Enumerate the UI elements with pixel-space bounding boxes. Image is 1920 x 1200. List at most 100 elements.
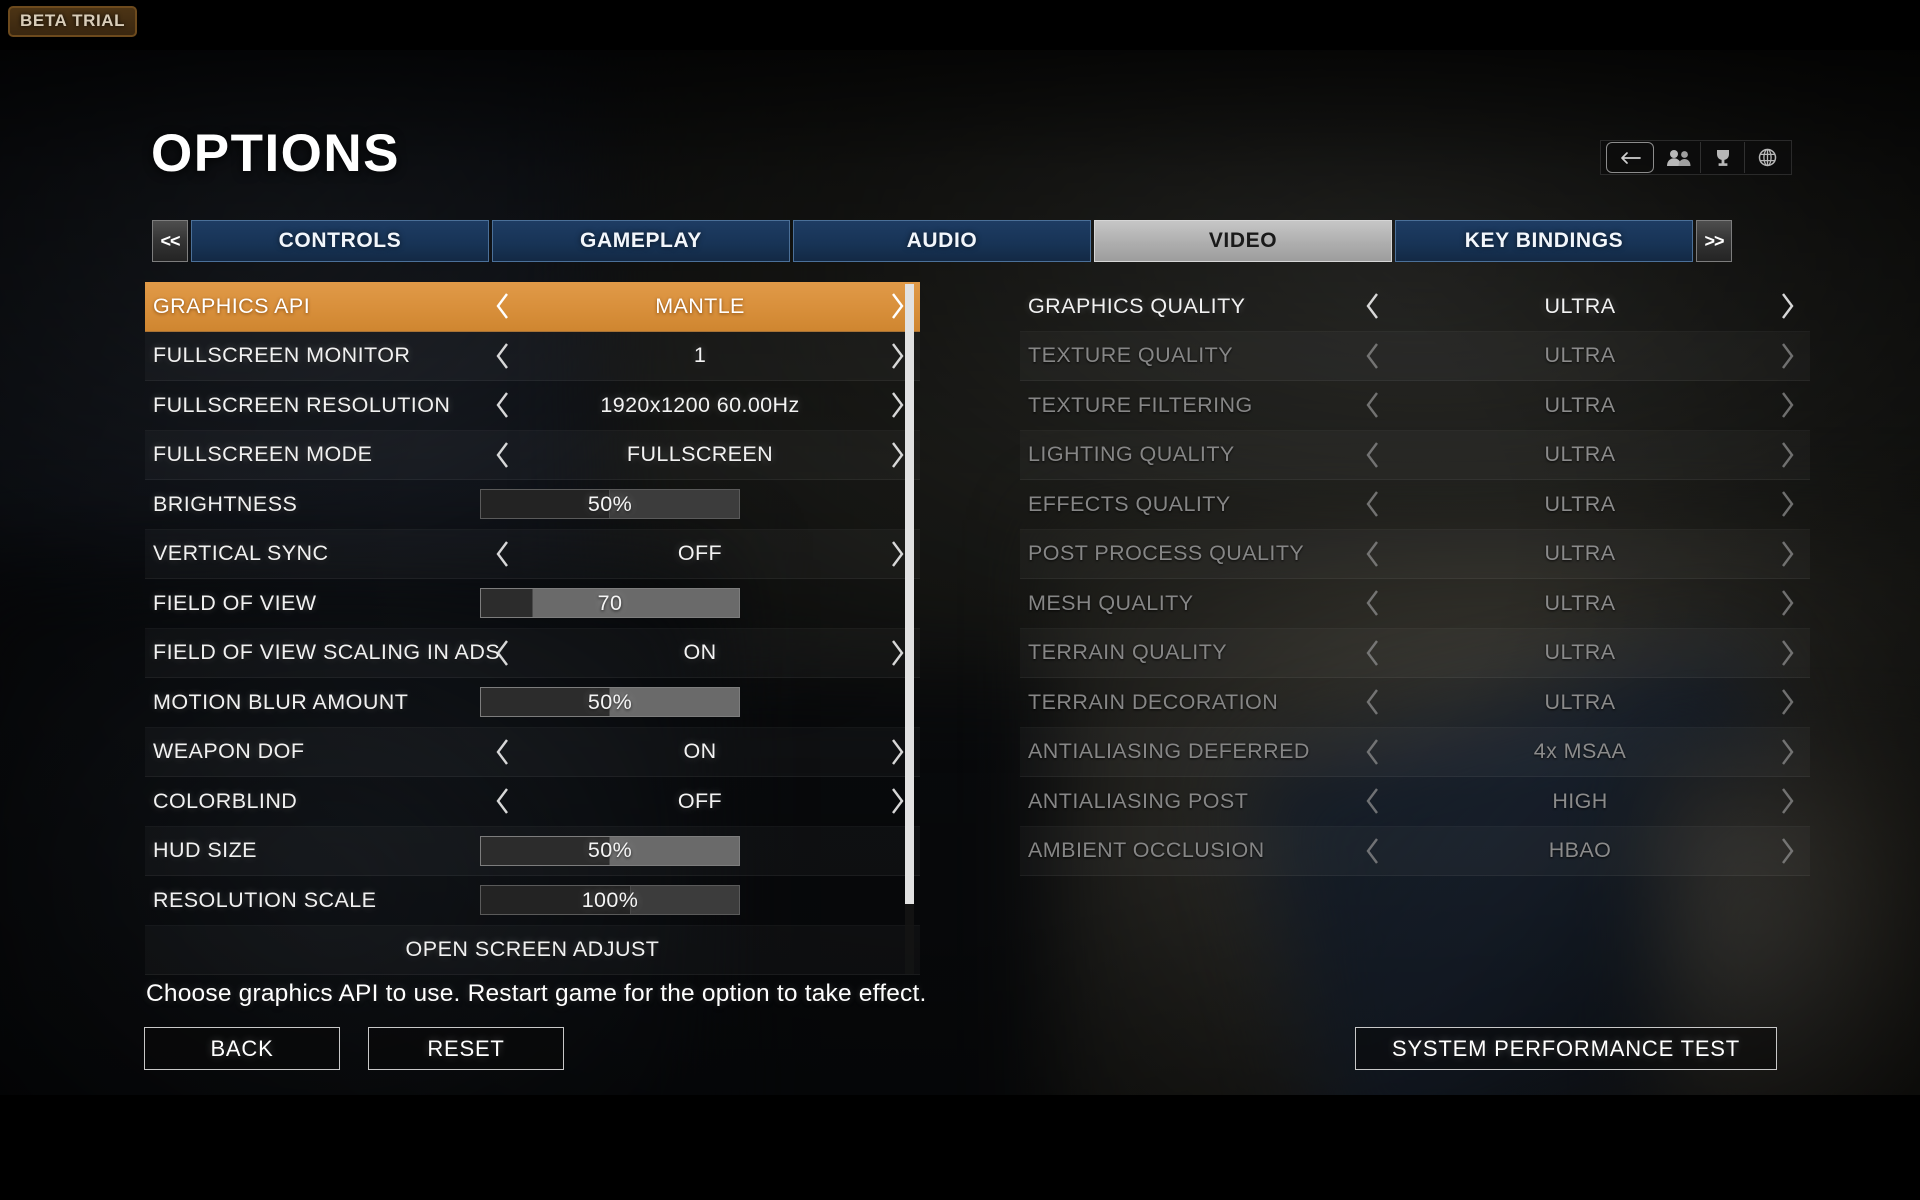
chevron-left-icon[interactable]	[1360, 735, 1386, 769]
tab-video[interactable]: VIDEO	[1094, 220, 1392, 262]
option-label: MOTION BLUR AMOUNT	[153, 689, 409, 714]
option-label: POST PROCESS QUALITY	[1028, 541, 1305, 566]
option-row[interactable]: ANTIALIASING DEFERRED 4x MSAA	[1020, 728, 1810, 777]
chevron-left-icon[interactable]	[490, 784, 516, 818]
reset-button[interactable]: RESET	[368, 1027, 564, 1070]
left-panel-scrollbar-thumb[interactable]	[905, 284, 914, 904]
social-icon-bar	[1600, 140, 1792, 175]
chevron-left-icon[interactable]	[1360, 438, 1386, 472]
option-slider[interactable]: 100%	[480, 885, 740, 916]
chevron-left-icon[interactable]	[490, 537, 516, 571]
tab-gameplay[interactable]: GAMEPLAY	[492, 220, 790, 262]
option-row[interactable]: TEXTURE FILTERING ULTRA	[1020, 381, 1810, 431]
tab-next-button[interactable]: >>	[1696, 220, 1732, 262]
chevron-left-icon[interactable]	[1360, 784, 1386, 818]
chevron-right-icon[interactable]	[1774, 487, 1800, 521]
option-row[interactable]: EFFECTS QUALITY ULTRA	[1020, 480, 1810, 530]
chevron-right-icon[interactable]	[1774, 339, 1800, 373]
chevron-left-icon[interactable]	[1360, 487, 1386, 521]
option-slider[interactable]: 50%	[480, 687, 740, 718]
system-performance-test-button[interactable]: SYSTEM PERFORMANCE TEST	[1355, 1027, 1777, 1070]
chevron-right-icon[interactable]	[1774, 586, 1800, 620]
chevron-right-icon[interactable]	[1774, 735, 1800, 769]
option-stepper: ULTRA	[1360, 339, 1800, 373]
tab-label: VIDEO	[1208, 229, 1278, 252]
chevron-left-icon[interactable]	[1360, 685, 1386, 719]
option-row[interactable]: ANTIALIASING POST HIGH	[1020, 777, 1810, 827]
tab-prev-button[interactable]: <<	[152, 220, 188, 262]
option-row[interactable]: LIGHTING QUALITY ULTRA	[1020, 431, 1810, 480]
option-action-row[interactable]: OPEN SCREEN ADJUST	[145, 926, 920, 975]
chevron-right-icon[interactable]	[1774, 438, 1800, 472]
chevron-left-icon[interactable]	[1360, 339, 1386, 373]
chevron-right-icon[interactable]	[1774, 289, 1800, 323]
option-value: OFF	[677, 541, 723, 566]
option-stepper: MANTLE	[490, 289, 910, 323]
chevron-left-icon[interactable]	[1360, 834, 1386, 868]
option-value: MANTLE	[655, 293, 745, 318]
option-row[interactable]: FULLSCREEN MODE FULLSCREEN	[145, 431, 920, 480]
friends-icon[interactable]	[1657, 142, 1701, 173]
option-label: GRAPHICS QUALITY	[1028, 293, 1246, 318]
option-row[interactable]: TERRAIN QUALITY ULTRA	[1020, 629, 1810, 678]
option-label: RESOLUTION SCALE	[153, 887, 377, 912]
option-row[interactable]: AMBIENT OCCLUSION HBAO	[1020, 827, 1810, 876]
option-value: OFF	[677, 788, 723, 813]
chevron-left-icon[interactable]	[1360, 388, 1386, 422]
option-slider[interactable]: 70	[480, 588, 740, 619]
chevron-right-icon[interactable]	[1774, 636, 1800, 670]
chevron-left-icon[interactable]	[1360, 586, 1386, 620]
tab-key-bindings[interactable]: KEY BINDINGS	[1395, 220, 1693, 262]
option-row[interactable]: BRIGHTNESS 50%	[145, 480, 920, 530]
option-row[interactable]: MOTION BLUR AMOUNT 50%	[145, 678, 920, 728]
option-row[interactable]: POST PROCESS QUALITY ULTRA	[1020, 530, 1810, 579]
globe-icon[interactable]	[1745, 142, 1789, 173]
option-label: TERRAIN DECORATION	[1028, 689, 1279, 714]
option-row[interactable]: FULLSCREEN MONITOR 1	[145, 332, 920, 381]
chevron-right-icon[interactable]	[1774, 784, 1800, 818]
option-stepper: ULTRA	[1360, 289, 1800, 323]
chevron-left-icon[interactable]	[490, 636, 516, 670]
chevron-left-icon[interactable]	[1360, 636, 1386, 670]
back-button[interactable]: BACK	[144, 1027, 340, 1070]
chevron-right-icon[interactable]	[1774, 537, 1800, 571]
option-row[interactable]: GRAPHICS API MANTLE	[145, 282, 920, 332]
back-arrow-icon[interactable]	[1606, 142, 1654, 173]
option-label: OPEN SCREEN ADJUST	[405, 937, 660, 962]
option-row[interactable]: FIELD OF VIEW SCALING IN ADS ON	[145, 629, 920, 678]
option-label: FULLSCREEN RESOLUTION	[153, 392, 451, 417]
chevron-left-icon[interactable]	[1360, 537, 1386, 571]
chevron-left-icon[interactable]	[490, 289, 516, 323]
option-stepper: ULTRA	[1360, 685, 1800, 719]
chevron-right-icon[interactable]	[1774, 834, 1800, 868]
chevron-left-icon[interactable]	[490, 438, 516, 472]
option-row[interactable]: WEAPON DOF ON	[145, 728, 920, 777]
option-row[interactable]: MESH QUALITY ULTRA	[1020, 579, 1810, 629]
chevron-left-icon[interactable]	[1360, 289, 1386, 323]
option-label: FULLSCREEN MONITOR	[153, 343, 411, 368]
option-row[interactable]: RESOLUTION SCALE 100%	[145, 876, 920, 926]
option-row[interactable]: COLORBLIND OFF	[145, 777, 920, 827]
option-label: ANTIALIASING POST	[1028, 788, 1249, 813]
trophy-icon[interactable]	[1701, 142, 1745, 173]
chevron-left-icon[interactable]	[490, 735, 516, 769]
chevron-right-icon[interactable]	[1774, 685, 1800, 719]
option-stepper: HIGH	[1360, 784, 1800, 818]
option-row[interactable]: GRAPHICS QUALITY ULTRA	[1020, 282, 1810, 332]
option-value: 4x MSAA	[1533, 739, 1627, 764]
option-row[interactable]: TERRAIN DECORATION ULTRA	[1020, 678, 1810, 728]
tab-controls[interactable]: CONTROLS	[191, 220, 489, 262]
chevron-right-icon[interactable]	[1774, 388, 1800, 422]
option-row[interactable]: HUD SIZE 50%	[145, 827, 920, 876]
chevron-left-icon[interactable]	[490, 339, 516, 373]
chevron-left-icon[interactable]	[490, 388, 516, 422]
option-slider[interactable]: 50%	[480, 835, 740, 866]
option-row[interactable]: FULLSCREEN RESOLUTION 1920x1200 60.00Hz	[145, 381, 920, 431]
option-slider[interactable]: 50%	[480, 489, 740, 520]
left-panel-scrollbar[interactable]	[905, 284, 914, 974]
option-row[interactable]: TEXTURE QUALITY ULTRA	[1020, 332, 1810, 381]
option-row[interactable]: FIELD OF VIEW 70	[145, 579, 920, 629]
tab-audio[interactable]: AUDIO	[793, 220, 1091, 262]
option-row[interactable]: VERTICAL SYNC OFF	[145, 530, 920, 579]
slider-value: 50%	[587, 491, 633, 516]
